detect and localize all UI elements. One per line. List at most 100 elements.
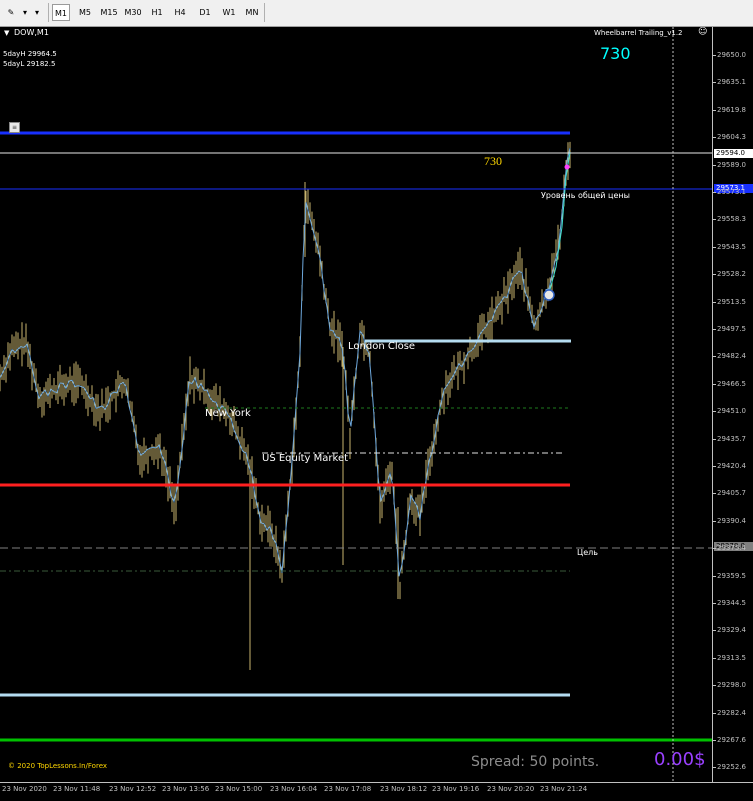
price-tick-label: 29573.1: [717, 188, 746, 196]
price-tick-label: 29451.0: [717, 407, 746, 416]
price-tick: [713, 767, 716, 769]
price-tick-label: 29558.3: [717, 215, 746, 224]
price-tick-label: 29252.6: [717, 763, 746, 772]
price-tick-label: 29497.5: [717, 325, 746, 333]
price-tick: [713, 466, 716, 467]
toolbar-divider: [264, 3, 265, 22]
counter-cyan: 730: [600, 44, 631, 63]
time-tick-label: 23 Nov 19:16: [432, 785, 480, 793]
time-tick-label: 23 Nov 2020: [2, 785, 47, 793]
price-tick-label: 29466.5: [717, 379, 746, 388]
price-tick: [713, 548, 716, 550]
price-tick: [713, 301, 716, 303]
timeframe-button-w1[interactable]: W1: [220, 4, 238, 21]
price-tick-label: 29604.3: [717, 133, 746, 142]
timeframe-button-m5[interactable]: M5: [76, 4, 94, 21]
price-tick-label: 29298.0: [717, 681, 746, 690]
spread-text: Spread: 50 points.: [471, 754, 600, 770]
target-label: Цель: [577, 548, 598, 557]
current-price-box: 29594.0: [714, 149, 753, 158]
timeframe-button-h4[interactable]: H4: [171, 4, 189, 21]
counter-yellow: 730: [484, 154, 502, 168]
price-tick: [713, 657, 716, 659]
price-tick-label: 29482.4: [717, 352, 746, 361]
price-tick: [713, 137, 716, 139]
chevron-down-icon[interactable]: ▾: [32, 4, 42, 21]
price-tick-label: 29267.6: [717, 736, 746, 744]
price-tick: [713, 192, 716, 193]
london-close-label: London Close: [348, 341, 416, 352]
price-tick: [713, 329, 716, 330]
timeframe-button-d1[interactable]: D1: [196, 4, 214, 21]
price-tick: [713, 603, 716, 604]
price-tick-label: 29619.8: [717, 105, 746, 114]
trade-marker-icon: [543, 289, 555, 301]
smiley-icon: ☺: [698, 27, 708, 37]
price-tick-label: 29543.5: [717, 242, 746, 251]
price-tick: [713, 493, 716, 495]
profit-text: 0.00$: [654, 749, 706, 770]
price-tick: [713, 630, 716, 632]
price-tick-label: 29313.5: [717, 653, 746, 662]
object-handle-icon[interactable]: ≡: [9, 122, 20, 133]
trend-line: [547, 151, 571, 298]
tools-dropdown-icon[interactable]: ▾: [19, 4, 31, 21]
price-tick: [713, 520, 716, 522]
indicator-name: Wheelbarrel Trailing_v1.2: [594, 29, 683, 37]
price-tick: [713, 575, 716, 577]
chart-canvas: [0, 27, 712, 782]
price-tick: [713, 383, 716, 385]
price-tick: [713, 246, 716, 248]
price-tick-label: 29420.4: [717, 462, 746, 470]
price-tick: [713, 740, 716, 741]
time-tick-label: 23 Nov 21:24: [540, 785, 588, 793]
time-tick-label: 23 Nov 16:04: [270, 785, 318, 793]
price-tick-label: 29390.4: [717, 516, 746, 525]
price-chart[interactable]: ▼ DOW,M1 5dayH 29964.5 5dayL 29182.5 Whe…: [0, 27, 712, 782]
time-tick-label: 23 Nov 15:00: [215, 785, 263, 793]
time-tick-label: 23 Nov 11:48: [53, 785, 101, 793]
price-tick-label: 29344.5: [717, 599, 746, 607]
toolbar-divider: [48, 3, 49, 22]
price-tick: [713, 55, 716, 56]
price-tick-label: 29635.1: [717, 78, 746, 87]
day-high-label: 5dayH 29964.5: [3, 50, 57, 58]
timeframe-button-m15[interactable]: M15: [98, 4, 120, 21]
moving-average-line: [0, 147, 571, 577]
price-tick-label: 29282.4: [717, 708, 746, 717]
price-level-label: Уровень общей цены: [541, 191, 630, 200]
price-tick-label: 29528.2: [717, 270, 746, 279]
price-tick: [713, 685, 716, 687]
price-tick-label: 29375.4: [717, 544, 746, 553]
us-equity-label: US Equity Market: [262, 453, 349, 464]
chart-menu-icon[interactable]: ▼: [4, 29, 9, 37]
time-tick-label: 23 Nov 18:12: [380, 785, 428, 793]
symbol-title: DOW,M1: [14, 28, 49, 37]
timeframe-button-h1[interactable]: H1: [148, 4, 166, 21]
price-tick-label: 29650.0: [717, 51, 746, 59]
time-tick-label: 23 Nov 20:20: [487, 785, 535, 793]
price-tick-label: 29513.5: [717, 297, 746, 306]
timeframe-button-mn[interactable]: MN: [242, 4, 262, 21]
price-axis[interactable]: 29594.0 29573.1 29378.0 29650.0 29635.1 29…: [712, 27, 753, 782]
price-tick: [713, 82, 716, 84]
timeframe-button-m30[interactable]: M30: [122, 4, 144, 21]
crosshair-tool-icon[interactable]: ✎: [4, 4, 18, 21]
price-tick-label: 29435.7: [717, 434, 746, 443]
time-tick-label: 23 Nov 13:56: [162, 785, 210, 793]
time-axis[interactable]: 23 Nov 2020 23 Nov 11:48 23 Nov 12:52 23 No…: [0, 782, 753, 801]
price-tick: [713, 356, 716, 358]
price-tick: [713, 438, 716, 440]
copyright-text: © 2020 TopLessons.In/Forex: [8, 762, 108, 770]
price-tick: [713, 274, 716, 276]
price-tick: [713, 109, 716, 111]
price-tick-label: 29589.0: [717, 160, 746, 169]
timeframe-toolbar: ✎ ▾ ▾ M1 M5 M15 M30 H1 H4 D1 W1 MN: [0, 0, 753, 27]
price-tick: [713, 712, 716, 714]
price-tick-label: 29359.5: [717, 571, 746, 580]
price-tick-label: 29405.7: [717, 489, 746, 498]
timeframe-button-m1[interactable]: M1: [52, 4, 70, 21]
signal-marker-icon: [564, 164, 570, 170]
price-tick: [713, 219, 716, 221]
day-low-label: 5dayL 29182.5: [3, 60, 56, 68]
